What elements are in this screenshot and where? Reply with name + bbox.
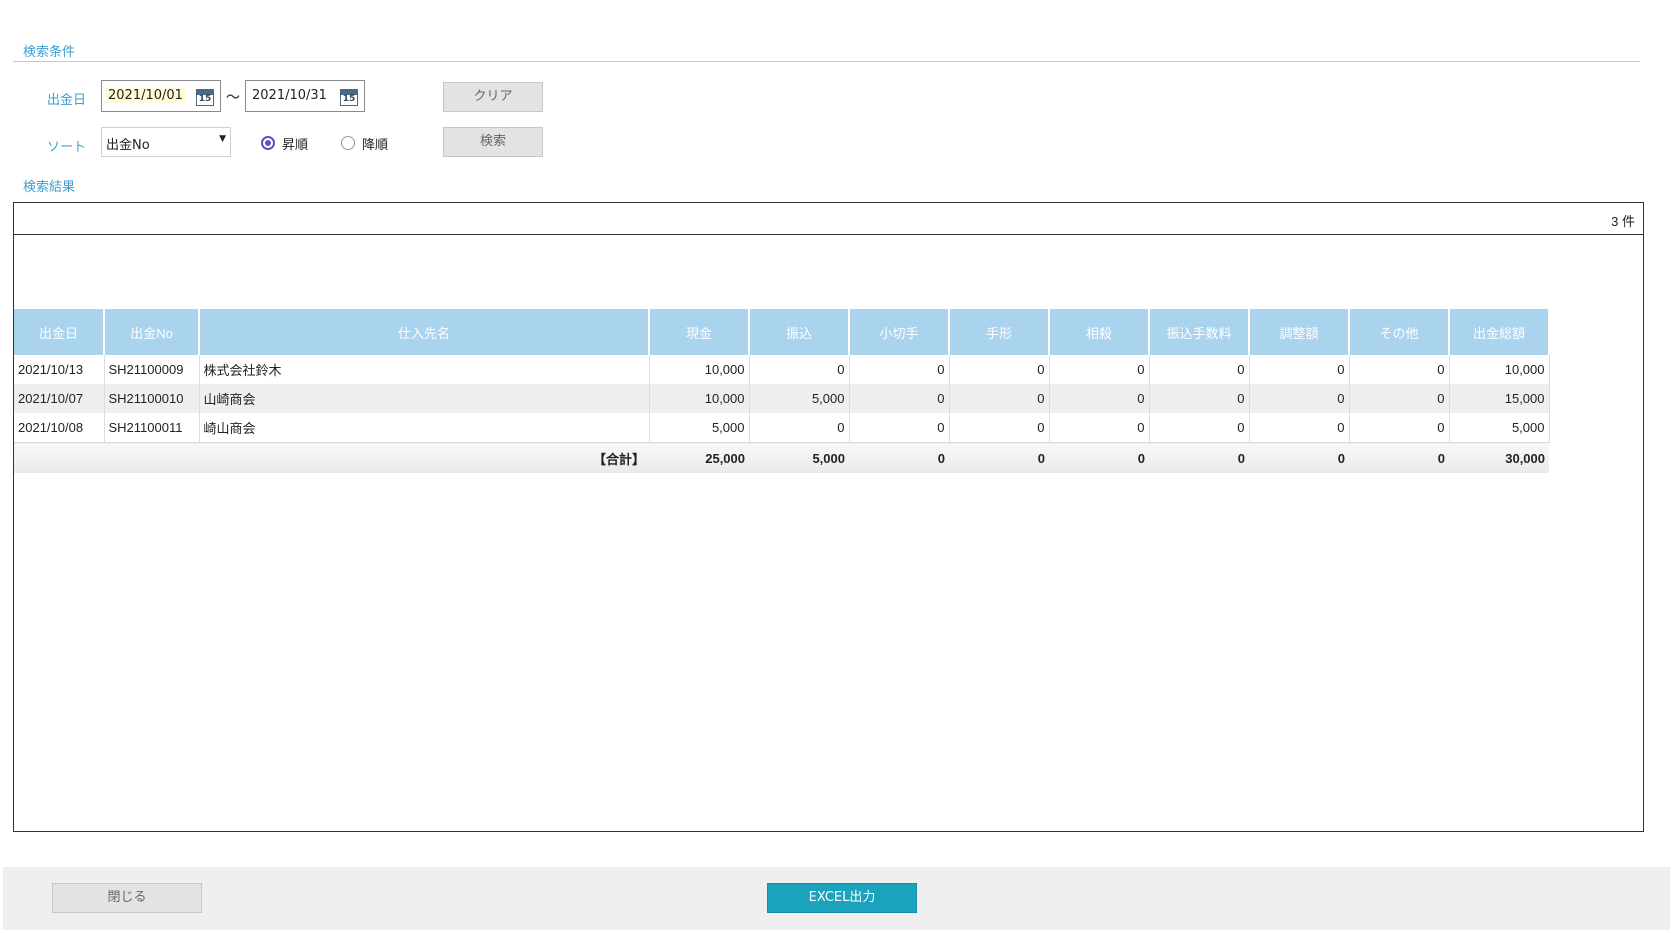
col-header[interactable]: 出金No — [104, 309, 200, 355]
cell: 10,000 — [1449, 355, 1550, 384]
cell: 0 — [849, 384, 950, 413]
cell: 5,000 — [749, 384, 850, 413]
cell: 0 — [1249, 384, 1350, 413]
calendar-icon[interactable]: 15 — [196, 89, 214, 106]
result-count: 3 件 — [1611, 214, 1635, 229]
results-frame — [13, 202, 1644, 832]
close-button[interactable]: 閉じる — [52, 883, 202, 913]
cell: 0 — [949, 413, 1050, 443]
results-table: 出金日 出金No 仕入先名 現金 振込 小切手 手形 相殺 振込手数料 調整額 … — [14, 309, 1550, 473]
cell: 0 — [749, 413, 850, 443]
total-cell: 30,000 — [1449, 442, 1549, 473]
total-cell: 0 — [949, 442, 1049, 473]
cell: SH21100009 — [104, 355, 200, 384]
col-header[interactable]: 振込 — [749, 309, 850, 355]
cell: 2021/10/07 — [14, 384, 105, 413]
total-cell: 0 — [1349, 442, 1449, 473]
date-to-field[interactable]: 2021/10/31 15 — [245, 80, 365, 112]
col-header[interactable]: 振込手数料 — [1149, 309, 1250, 355]
cell: 2021/10/13 — [14, 355, 105, 384]
col-header[interactable]: その他 — [1349, 309, 1450, 355]
cell: 10,000 — [649, 355, 750, 384]
radio-asc-label[interactable]: 昇順 — [282, 134, 308, 153]
total-row: 【合計】 25,000 5,000 0 0 0 0 0 0 30,000 — [14, 442, 1549, 473]
col-header[interactable]: 現金 — [649, 309, 750, 355]
sort-select-value: 出金No — [106, 138, 150, 153]
total-label: 【合計】 — [199, 442, 649, 473]
col-header[interactable]: 小切手 — [849, 309, 950, 355]
cell: 0 — [949, 355, 1050, 384]
cell: 0 — [1149, 413, 1250, 443]
cell: 山崎商会 — [199, 384, 650, 413]
cell: 0 — [849, 413, 950, 443]
cell: 0 — [949, 384, 1050, 413]
sort-label: ソート — [47, 140, 87, 155]
cell: 10,000 — [649, 384, 750, 413]
cell: 0 — [1149, 355, 1250, 384]
search-conditions-title: 検索条件 — [23, 45, 76, 60]
calendar-icon[interactable]: 15 — [340, 89, 358, 106]
date-from-field[interactable]: 2021/10/01 15 — [101, 80, 221, 112]
cell: 0 — [1049, 413, 1150, 443]
cell: 0 — [1049, 355, 1150, 384]
cell: 5,000 — [1449, 413, 1550, 443]
dropdown-arrow-icon: ▼ — [219, 134, 226, 144]
total-cell: 0 — [849, 442, 949, 473]
cell: 0 — [1249, 413, 1350, 443]
col-header[interactable]: 手形 — [949, 309, 1050, 355]
table-row[interactable]: 2021/10/08 SH21100011 崎山商会 5,000 0 0 0 0… — [14, 413, 1550, 443]
cell: 5,000 — [649, 413, 750, 443]
total-cell: 0 — [1049, 442, 1149, 473]
sort-select[interactable]: 出金No ▼ — [101, 127, 231, 157]
col-header[interactable]: 仕入先名 — [199, 309, 650, 355]
cell: 0 — [1349, 384, 1450, 413]
total-cell: 5,000 — [749, 442, 849, 473]
cell: 0 — [1049, 384, 1150, 413]
radio-asc[interactable] — [261, 136, 275, 150]
col-header[interactable]: 出金日 — [14, 309, 105, 355]
cell: 0 — [1349, 355, 1450, 384]
total-cell: 0 — [1149, 442, 1249, 473]
cell: 0 — [1249, 355, 1350, 384]
search-button[interactable]: 検索 — [443, 127, 543, 157]
results-header-divider — [13, 234, 1644, 235]
cell: 2021/10/08 — [14, 413, 105, 443]
search-results-title: 検索結果 — [23, 180, 76, 195]
cell: 0 — [749, 355, 850, 384]
cell: 0 — [1149, 384, 1250, 413]
table-row[interactable]: 2021/10/13 SH21100009 株式会社鈴木 10,000 0 0 … — [14, 355, 1550, 384]
section-divider — [13, 61, 1640, 62]
radio-desc[interactable] — [341, 136, 355, 150]
cell: SH21100011 — [104, 413, 200, 443]
col-header[interactable]: 出金総額 — [1449, 309, 1550, 355]
cell: 0 — [1349, 413, 1450, 443]
date-from-value[interactable]: 2021/10/01 — [106, 88, 185, 103]
total-cell: 25,000 — [649, 442, 749, 473]
excel-export-button[interactable]: EXCEL出力 — [767, 883, 917, 913]
clear-button[interactable]: クリア — [443, 82, 543, 112]
table-header-row: 出金日 出金No 仕入先名 現金 振込 小切手 手形 相殺 振込手数料 調整額 … — [14, 309, 1550, 355]
date-label: 出金日 — [47, 93, 87, 108]
radio-desc-label[interactable]: 降順 — [362, 134, 388, 153]
cell: 株式会社鈴木 — [199, 355, 650, 384]
cell: 15,000 — [1449, 384, 1550, 413]
cell: SH21100010 — [104, 384, 200, 413]
date-to-value[interactable]: 2021/10/31 — [250, 88, 329, 103]
col-header[interactable]: 調整額 — [1249, 309, 1350, 355]
cell: 崎山商会 — [199, 413, 650, 443]
cell: 0 — [849, 355, 950, 384]
range-tilde: 〜 — [226, 90, 240, 106]
table-row[interactable]: 2021/10/07 SH21100010 山崎商会 10,000 5,000 … — [14, 384, 1550, 413]
total-cell: 0 — [1249, 442, 1349, 473]
col-header[interactable]: 相殺 — [1049, 309, 1150, 355]
